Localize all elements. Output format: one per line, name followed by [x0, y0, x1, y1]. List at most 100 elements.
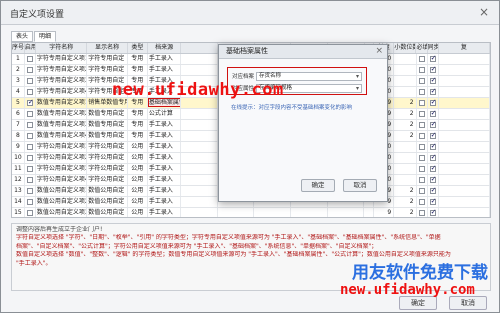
dialog-close-icon[interactable]: ×: [375, 45, 383, 58]
checkbox[interactable]: [429, 164, 436, 173]
checkbox[interactable]: [418, 99, 425, 106]
checkbox[interactable]: [418, 110, 425, 117]
grid-checkbox-cell[interactable]: [428, 208, 439, 217]
close-icon[interactable]: ×: [479, 5, 489, 19]
grid-checkbox-cell[interactable]: [25, 186, 36, 196]
checkbox[interactable]: [418, 187, 425, 194]
grid-checkbox-cell[interactable]: [417, 98, 428, 108]
grid-cell: 8: [12, 131, 25, 141]
checkbox[interactable]: [26, 66, 33, 73]
checkbox[interactable]: [26, 154, 33, 161]
grid-checkbox-cell[interactable]: [25, 208, 36, 217]
checkbox[interactable]: [418, 143, 425, 150]
checkbox[interactable]: [429, 109, 436, 118]
checkbox[interactable]: [418, 55, 425, 62]
grid-checkbox-cell[interactable]: [417, 109, 428, 119]
grid-checkbox-cell[interactable]: [428, 153, 439, 163]
grid-checkbox-cell[interactable]: [25, 197, 36, 207]
grid-checkbox-cell[interactable]: [428, 98, 439, 108]
checkbox[interactable]: [26, 187, 33, 194]
checkbox[interactable]: [26, 98, 34, 107]
grid-checkbox-cell[interactable]: [428, 175, 439, 185]
grid-checkbox-cell[interactable]: [25, 98, 36, 108]
checkbox[interactable]: [429, 98, 436, 107]
checkbox[interactable]: [429, 153, 436, 162]
grid-checkbox-cell[interactable]: [25, 54, 36, 64]
checkbox[interactable]: [26, 165, 33, 172]
grid-checkbox-cell[interactable]: [25, 65, 36, 75]
checkbox[interactable]: [26, 121, 33, 128]
tab-detail[interactable]: 明细: [34, 31, 57, 42]
checkbox[interactable]: [418, 165, 425, 172]
checkbox[interactable]: [26, 88, 33, 95]
cancel-button[interactable]: 取消: [449, 296, 487, 310]
grid-checkbox-cell[interactable]: [417, 186, 428, 196]
checkbox[interactable]: [26, 55, 33, 62]
grid-checkbox-cell[interactable]: [428, 197, 439, 207]
grid-checkbox-cell[interactable]: [25, 175, 36, 185]
checkbox[interactable]: [418, 66, 425, 73]
checkbox[interactable]: [429, 208, 436, 217]
grid-checkbox-cell[interactable]: [417, 175, 428, 185]
checkbox[interactable]: [418, 209, 425, 216]
grid-checkbox-cell[interactable]: [25, 120, 36, 130]
grid-checkbox-cell[interactable]: [417, 208, 428, 217]
checkbox[interactable]: [418, 77, 425, 84]
checkbox[interactable]: [429, 76, 436, 85]
checkbox[interactable]: [429, 54, 436, 63]
tab-header[interactable]: 表头: [11, 31, 34, 42]
grid-checkbox-cell[interactable]: [417, 65, 428, 75]
grid-checkbox-cell[interactable]: [25, 109, 36, 119]
grid-checkbox-cell[interactable]: [428, 186, 439, 196]
dialog-cancel-button[interactable]: 取消: [343, 179, 377, 192]
checkbox[interactable]: [418, 198, 425, 205]
grid-checkbox-cell[interactable]: [417, 142, 428, 152]
grid-checkbox-cell[interactable]: [25, 164, 36, 174]
grid-checkbox-cell[interactable]: [428, 142, 439, 152]
grid-checkbox-cell[interactable]: [25, 131, 36, 141]
checkbox[interactable]: [26, 77, 33, 84]
checkbox[interactable]: [26, 176, 33, 183]
grid-checkbox-cell[interactable]: [417, 164, 428, 174]
grid-checkbox-cell[interactable]: [25, 87, 36, 97]
grid-checkbox-cell[interactable]: [25, 76, 36, 86]
grid-checkbox-cell[interactable]: [417, 131, 428, 141]
ok-button[interactable]: 确定: [399, 296, 437, 310]
grid-checkbox-cell[interactable]: [428, 164, 439, 174]
checkbox[interactable]: [26, 198, 33, 205]
checkbox[interactable]: [429, 131, 436, 140]
checkbox[interactable]: [26, 132, 33, 139]
grid-checkbox-cell[interactable]: [428, 131, 439, 141]
grid-checkbox-cell[interactable]: [417, 87, 428, 97]
checkbox[interactable]: [418, 88, 425, 95]
checkbox[interactable]: [429, 186, 436, 195]
table-row[interactable]: 15 数值公用自定义项3 数值公用自定 公用 手工录入 9 2: [12, 208, 490, 217]
checkbox[interactable]: [429, 142, 436, 151]
grid-checkbox-cell[interactable]: [25, 142, 36, 152]
grid-checkbox-cell[interactable]: [417, 120, 428, 130]
dialog-ok-button[interactable]: 确定: [301, 179, 335, 192]
grid-checkbox-cell[interactable]: [428, 65, 439, 75]
grid-checkbox-cell[interactable]: [428, 120, 439, 130]
checkbox[interactable]: [418, 132, 425, 139]
checkbox[interactable]: [26, 143, 33, 150]
grid-checkbox-cell[interactable]: [428, 54, 439, 64]
checkbox[interactable]: [429, 175, 436, 184]
checkbox[interactable]: [429, 197, 436, 206]
grid-checkbox-cell[interactable]: [417, 54, 428, 64]
grid-checkbox-cell[interactable]: [428, 76, 439, 86]
checkbox[interactable]: [429, 87, 436, 96]
checkbox[interactable]: [418, 154, 425, 161]
grid-checkbox-cell[interactable]: [417, 76, 428, 86]
grid-checkbox-cell[interactable]: [417, 153, 428, 163]
checkbox[interactable]: [26, 209, 33, 216]
checkbox[interactable]: [429, 65, 436, 74]
checkbox[interactable]: [429, 120, 436, 129]
grid-checkbox-cell[interactable]: [428, 109, 439, 119]
grid-checkbox-cell[interactable]: [428, 87, 439, 97]
checkbox[interactable]: [418, 121, 425, 128]
checkbox[interactable]: [26, 110, 33, 117]
checkbox[interactable]: [418, 176, 425, 183]
grid-checkbox-cell[interactable]: [25, 153, 36, 163]
grid-checkbox-cell[interactable]: [417, 197, 428, 207]
